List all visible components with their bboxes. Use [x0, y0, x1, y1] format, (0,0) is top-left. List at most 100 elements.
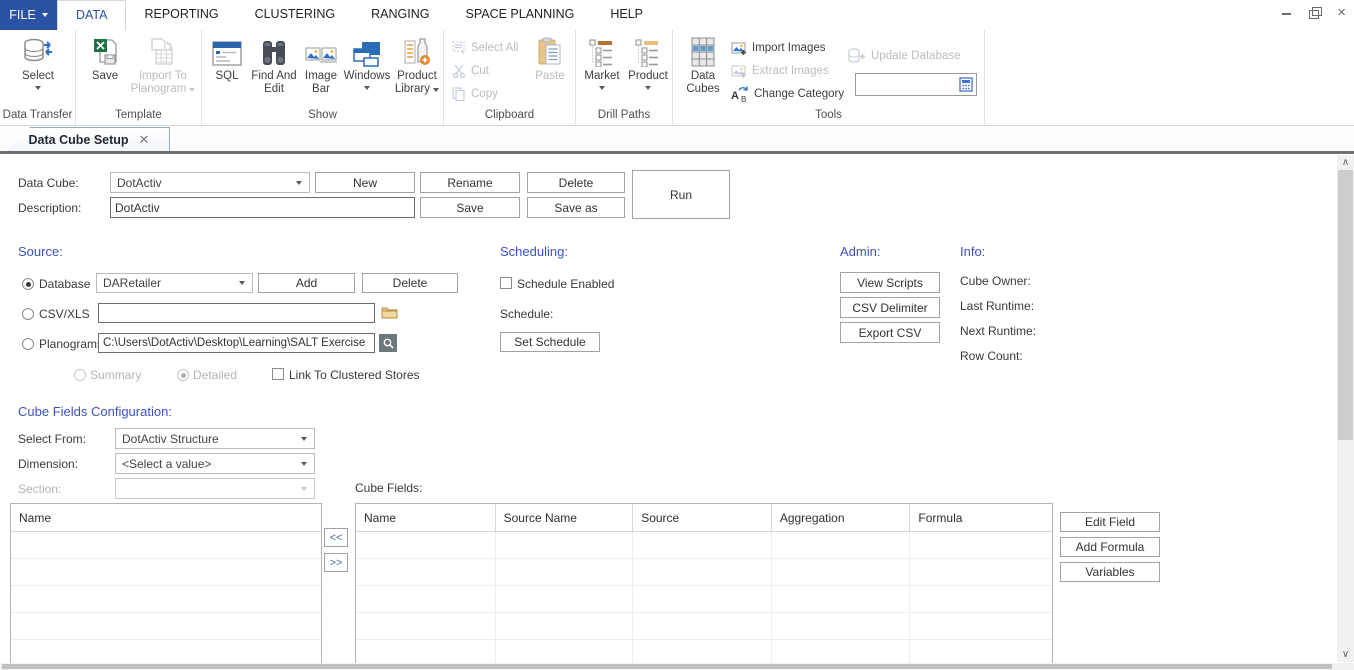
csv-xls-radio[interactable] — [22, 308, 34, 320]
paste-icon — [538, 35, 562, 67]
calculator-icon[interactable] — [956, 74, 976, 95]
product-library-button[interactable]: Product Library — [392, 35, 442, 96]
scroll-down-icon[interactable]: ∨ — [1337, 647, 1354, 662]
table-row[interactable] — [356, 586, 1052, 613]
save-button[interactable]: Save — [84, 35, 126, 83]
tab-strip-divider — [0, 151, 1354, 154]
variables-button[interactable]: Variables — [1060, 562, 1160, 582]
column-header-source-name: Source Name — [496, 504, 634, 531]
market-drill-path-button[interactable]: Market — [580, 35, 624, 90]
tools-search-input[interactable] — [856, 74, 956, 95]
scissors-icon — [452, 64, 466, 78]
tab-ranging[interactable]: RANGING — [353, 0, 447, 30]
table-row[interactable] — [356, 559, 1052, 586]
csv-path-input[interactable] — [98, 303, 375, 323]
vertical-scrollbar-thumb[interactable] — [1338, 170, 1353, 440]
view-scripts-button[interactable]: View Scripts — [840, 272, 940, 293]
browse-folder-icon[interactable] — [381, 305, 398, 319]
section-label: Section: — [18, 482, 62, 496]
available-fields-list[interactable]: Name — [10, 503, 322, 668]
planograms-radio[interactable] — [22, 338, 34, 350]
run-button[interactable]: Run — [632, 170, 730, 219]
add-formula-button[interactable]: Add Formula — [1060, 537, 1160, 557]
tab-close-icon[interactable]: ✕ — [139, 133, 150, 146]
file-menu-button[interactable]: FILE — [0, 0, 57, 30]
restore-icon[interactable] — [1309, 7, 1323, 19]
data-cube-dropdown[interactable]: DotActiv — [110, 172, 310, 193]
find-and-edit-button[interactable]: Find And Edit — [250, 35, 298, 96]
horizontal-scrollbar-thumb[interactable] — [2, 664, 1332, 669]
schedule-enabled-checkbox[interactable] — [500, 277, 512, 289]
link-to-clustered-stores-checkbox[interactable] — [272, 368, 284, 380]
cube-fields-table[interactable]: Name Source Name Source Aggregation Form… — [355, 503, 1053, 668]
sql-label: SQL — [215, 70, 239, 82]
database-radio[interactable] — [22, 278, 34, 290]
set-schedule-button[interactable]: Set Schedule — [500, 332, 600, 352]
product-drill-path-button[interactable]: Product — [626, 35, 670, 90]
table-row[interactable] — [356, 613, 1052, 640]
dimension-dropdown[interactable]: <Select a value> — [115, 453, 315, 474]
windows-button[interactable]: Windows — [344, 35, 390, 90]
edit-field-button[interactable]: Edit Field — [1060, 512, 1160, 532]
image-bar-button[interactable]: Image Bar — [300, 35, 342, 96]
minimize-icon[interactable] — [1281, 7, 1293, 19]
delete-button[interactable]: Delete — [527, 172, 625, 193]
horizontal-scrollbar[interactable] — [0, 663, 1354, 670]
group-label: Template — [115, 109, 162, 121]
import-images-button[interactable]: Import Images — [731, 38, 826, 58]
delete-database-button[interactable]: Delete — [362, 273, 458, 293]
update-database-icon — [848, 48, 865, 63]
csv-xls-radio-label: CSV/XLS — [39, 307, 90, 321]
list-item[interactable] — [11, 532, 321, 559]
new-button[interactable]: New — [315, 172, 415, 193]
chevron-down-icon — [433, 88, 440, 92]
svg-text:A: A — [731, 90, 739, 102]
description-input[interactable] — [110, 197, 415, 218]
change-category-label: Change Category — [754, 88, 845, 100]
tab-data[interactable]: DATA — [57, 0, 127, 30]
list-item[interactable] — [11, 559, 321, 586]
save-cube-button[interactable]: Save — [420, 197, 520, 218]
csv-delimiter-button[interactable]: CSV Delimiter — [840, 297, 940, 318]
list-item[interactable] — [11, 613, 321, 640]
close-icon[interactable]: × — [1337, 5, 1346, 20]
cube-fields-table-header: Name Source Name Source Aggregation Form… — [356, 504, 1052, 532]
cut-button: Cut — [452, 61, 489, 81]
export-csv-button[interactable]: Export CSV — [840, 322, 940, 343]
save-as-button[interactable]: Save as — [527, 197, 625, 218]
chevron-down-icon — [364, 86, 370, 90]
image-bar-label: Image Bar — [305, 70, 337, 95]
tab-data-cube-setup[interactable]: Data Cube Setup ✕ — [8, 127, 170, 151]
planograms-path-input[interactable] — [98, 333, 375, 353]
database-dropdown[interactable]: DARetailer — [96, 273, 253, 293]
last-runtime-label: Last Runtime: — [960, 299, 1035, 313]
move-fields-left-button[interactable]: << — [324, 528, 348, 547]
sql-button[interactable]: SQL — [206, 35, 248, 83]
select-all-button: Select All — [452, 38, 518, 58]
chevron-down-icon — [189, 88, 196, 92]
list-item[interactable] — [11, 586, 321, 613]
tab-clustering[interactable]: CLUSTERING — [237, 0, 354, 30]
move-fields-right-button[interactable]: >> — [324, 553, 348, 572]
rename-button[interactable]: Rename — [420, 172, 520, 193]
scheduling-heading: Scheduling: — [500, 244, 568, 259]
tab-help[interactable]: HELP — [592, 0, 661, 30]
extract-images-button: Extract Images — [731, 61, 829, 81]
scroll-up-icon[interactable]: ∧ — [1337, 155, 1354, 170]
select-from-label: Select From: — [18, 432, 87, 446]
link-to-clustered-stores-label: Link To Clustered Stores — [289, 368, 420, 382]
select-from-dropdown[interactable]: DotActiv Structure — [115, 428, 315, 449]
tab-space-planning[interactable]: SPACE PLANNING — [448, 0, 593, 30]
browse-planograms-button[interactable] — [379, 334, 397, 352]
select-button[interactable]: Select — [14, 35, 62, 90]
vertical-scrollbar[interactable]: ∧ ∨ — [1337, 155, 1354, 662]
doc-tab-title: Data Cube Setup — [28, 132, 129, 147]
tab-reporting[interactable]: REPORTING — [126, 0, 236, 30]
import-to-planogram-button: Import To Planogram — [128, 35, 198, 96]
data-cubes-button[interactable]: Data Cubes — [681, 35, 725, 96]
product-library-icon — [403, 35, 431, 67]
change-category-button[interactable]: A B Change Category — [731, 84, 844, 104]
add-database-button[interactable]: Add — [258, 273, 355, 293]
copy-icon — [452, 87, 465, 101]
table-row[interactable] — [356, 532, 1052, 559]
